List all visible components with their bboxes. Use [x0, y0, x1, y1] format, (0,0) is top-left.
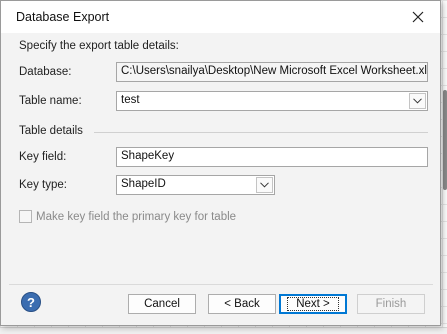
table-name-combobox[interactable]: test [116, 91, 428, 111]
database-path-field[interactable]: C:\Users\snailya\Desktop\New Microsoft E… [116, 62, 428, 82]
dialog-titlebar: Database Export [1, 1, 440, 33]
key-type-dropdown-button[interactable] [256, 177, 273, 193]
footer-divider [9, 284, 433, 285]
group-divider [94, 132, 428, 133]
background-statusbar [0, 327, 447, 334]
key-type-label: Key type: [19, 179, 67, 191]
finish-button[interactable]: Finish [357, 294, 425, 314]
key-type-value: ShapeID [121, 178, 166, 190]
primary-key-checkbox-row[interactable]: Make key field the primary key for table [19, 210, 236, 223]
key-field-input[interactable]: ShapeKey [116, 147, 428, 167]
close-icon [412, 11, 424, 23]
next-button-label: Next > [287, 297, 339, 311]
table-details-heading: Table details [19, 125, 83, 137]
primary-key-checkbox-label: Make key field the primary key for table [36, 210, 237, 223]
close-button[interactable] [396, 1, 440, 33]
dialog-title: Database Export [16, 10, 110, 24]
help-icon[interactable]: ? [21, 292, 41, 312]
key-field-label: Key field: [19, 151, 67, 163]
background-scrollbar[interactable] [443, 90, 447, 190]
primary-key-checkbox[interactable] [19, 210, 32, 223]
database-export-dialog: Database Export Specify the export table… [0, 0, 441, 326]
back-button[interactable]: < Back [208, 294, 276, 314]
database-label: Database: [19, 66, 72, 78]
chevron-down-icon [413, 98, 422, 104]
cancel-button[interactable]: Cancel [128, 294, 196, 314]
instructions-text: Specify the export table details: [19, 40, 179, 52]
table-name-dropdown-button[interactable] [409, 93, 426, 109]
table-name-value: test [121, 94, 140, 106]
key-type-combobox[interactable]: ShapeID [116, 175, 275, 195]
table-name-label: Table name: [19, 95, 82, 107]
next-button[interactable]: Next > [279, 294, 347, 314]
chevron-down-icon [260, 182, 269, 188]
